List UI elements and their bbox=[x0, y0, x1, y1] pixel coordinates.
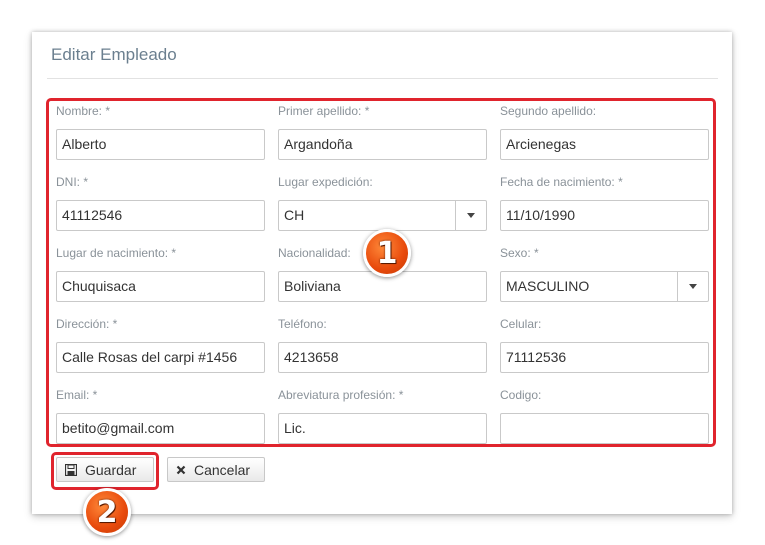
cancel-button[interactable]: Cancelar bbox=[167, 457, 265, 482]
step-badge-1: 1 bbox=[363, 229, 411, 277]
title-divider bbox=[47, 78, 718, 79]
cancel-button-label: Cancelar bbox=[194, 461, 251, 478]
dialog-title: Editar Empleado bbox=[51, 45, 177, 64]
step-badge-2: 2 bbox=[83, 488, 131, 536]
close-icon bbox=[176, 465, 186, 475]
annotation-save-highlight bbox=[51, 452, 159, 490]
